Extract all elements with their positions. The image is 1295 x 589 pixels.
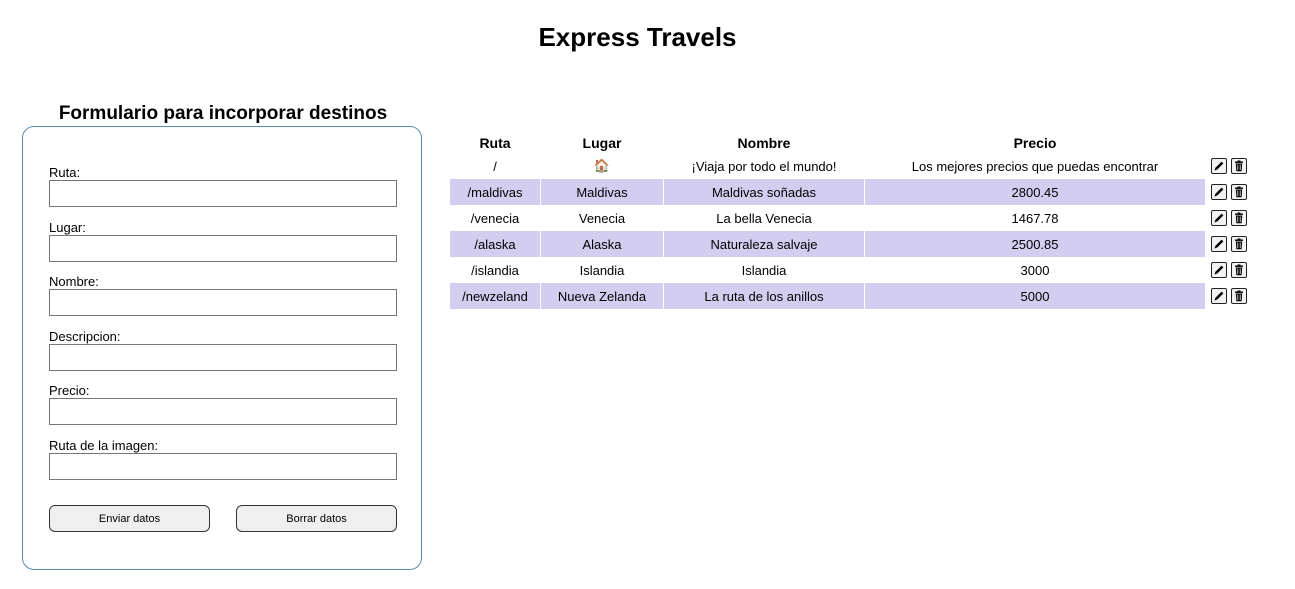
cell-ruta: /islandia — [471, 262, 519, 278]
image-path-label: Ruta de la imagen: — [49, 438, 159, 453]
descripcion-input[interactable] — [49, 344, 397, 371]
cell-actions — [1206, 283, 1252, 309]
cell-nombre: Maldivas soñadas — [664, 179, 864, 205]
cell-precio: 5000 — [865, 283, 1205, 309]
trash-icon[interactable] — [1231, 158, 1247, 175]
cell-precio: Los mejores precios que puedas encontrar — [911, 158, 1159, 174]
column-header-nombre: Nombre — [737, 135, 791, 151]
ruta-label: Ruta: — [49, 165, 81, 180]
cell-nombre: La bella Venecia — [716, 210, 812, 226]
trash-icon[interactable] — [1231, 262, 1247, 279]
cell-actions — [1206, 179, 1252, 205]
trash-icon[interactable] — [1231, 184, 1247, 201]
lugar-label: Lugar: — [49, 220, 86, 235]
column-header-actions — [1206, 133, 1252, 153]
cell-actions — [1206, 205, 1252, 231]
cell-nombre: Islandia — [741, 262, 787, 278]
pencil-icon[interactable] — [1211, 158, 1227, 175]
cell-ruta: /newzeland — [450, 283, 540, 309]
cell-ruta: / — [493, 158, 497, 174]
cell-precio: 1467.78 — [1011, 210, 1059, 226]
table-row: /venecia Venecia La bella Venecia 1467.78 — [450, 205, 1252, 231]
cell-lugar: 🏠 — [593, 158, 611, 173]
cell-precio: 2800.45 — [865, 179, 1205, 205]
form-title: Formulario para incorporar destinos — [58, 103, 388, 124]
cell-nombre: ¡Viaja por todo el mundo! — [691, 158, 837, 174]
cell-ruta: /alaska — [450, 231, 540, 257]
page-title: Express Travels — [538, 22, 737, 52]
cell-lugar: Venecia — [578, 210, 626, 226]
pencil-icon[interactable] — [1211, 236, 1227, 253]
cell-actions — [1206, 231, 1252, 257]
trash-icon[interactable] — [1231, 236, 1247, 253]
lugar-input[interactable] — [49, 235, 397, 262]
precio-input[interactable] — [49, 398, 397, 425]
precio-label: Precio: — [49, 383, 90, 398]
cell-lugar: Nueva Zelanda — [541, 283, 663, 309]
clear-data-button[interactable]: Borrar datos — [236, 505, 397, 532]
table-row: /alaska Alaska Naturaleza salvaje 2500.85 — [450, 231, 1252, 257]
cell-lugar: Alaska — [541, 231, 663, 257]
table-row: / 🏠 ¡Viaja por todo el mundo! Los mejores p… — [450, 153, 1252, 179]
pencil-icon[interactable] — [1211, 262, 1227, 279]
pencil-icon[interactable] — [1211, 288, 1227, 305]
table-header-row: Ruta Lugar Nombre Precio — [450, 133, 1252, 153]
image-path-input[interactable] — [49, 453, 397, 480]
cell-nombre: La ruta de los anillos — [664, 283, 864, 309]
send-data-button[interactable]: Enviar datos — [49, 505, 210, 532]
ruta-input[interactable] — [49, 180, 397, 207]
cell-ruta: /venecia — [470, 210, 520, 226]
cell-actions — [1206, 153, 1252, 179]
descripcion-label: Descripcion: — [49, 329, 121, 344]
cell-precio: 3000 — [1020, 262, 1050, 278]
pencil-icon[interactable] — [1211, 210, 1227, 227]
pencil-icon[interactable] — [1211, 184, 1227, 201]
column-header-precio: Precio — [1013, 135, 1057, 151]
cell-ruta: /maldivas — [450, 179, 540, 205]
cell-lugar: Islandia — [579, 262, 625, 278]
table-row: /maldivas Maldivas Maldivas soñadas 2800.45 — [450, 179, 1252, 205]
destinations-table: Ruta Lugar Nombre Precio / 🏠 ¡Viaja por to… — [449, 133, 1253, 309]
column-header-ruta: Ruta — [479, 135, 511, 151]
destination-form: Ruta: Lugar: Nombre: Descripcion: Precio… — [22, 126, 422, 570]
table-row: /islandia Islandia Islandia 3000 — [450, 257, 1252, 283]
nombre-input[interactable] — [49, 289, 397, 316]
cell-nombre: Naturaleza salvaje — [664, 231, 864, 257]
trash-icon[interactable] — [1231, 288, 1247, 305]
nombre-label: Nombre: — [49, 274, 99, 289]
trash-icon[interactable] — [1231, 210, 1247, 227]
cell-lugar: Maldivas — [541, 179, 663, 205]
cell-precio: 2500.85 — [865, 231, 1205, 257]
column-header-lugar: Lugar — [582, 135, 622, 151]
table-row: /newzeland Nueva Zelanda La ruta de los an… — [450, 283, 1252, 309]
cell-actions — [1206, 257, 1252, 283]
